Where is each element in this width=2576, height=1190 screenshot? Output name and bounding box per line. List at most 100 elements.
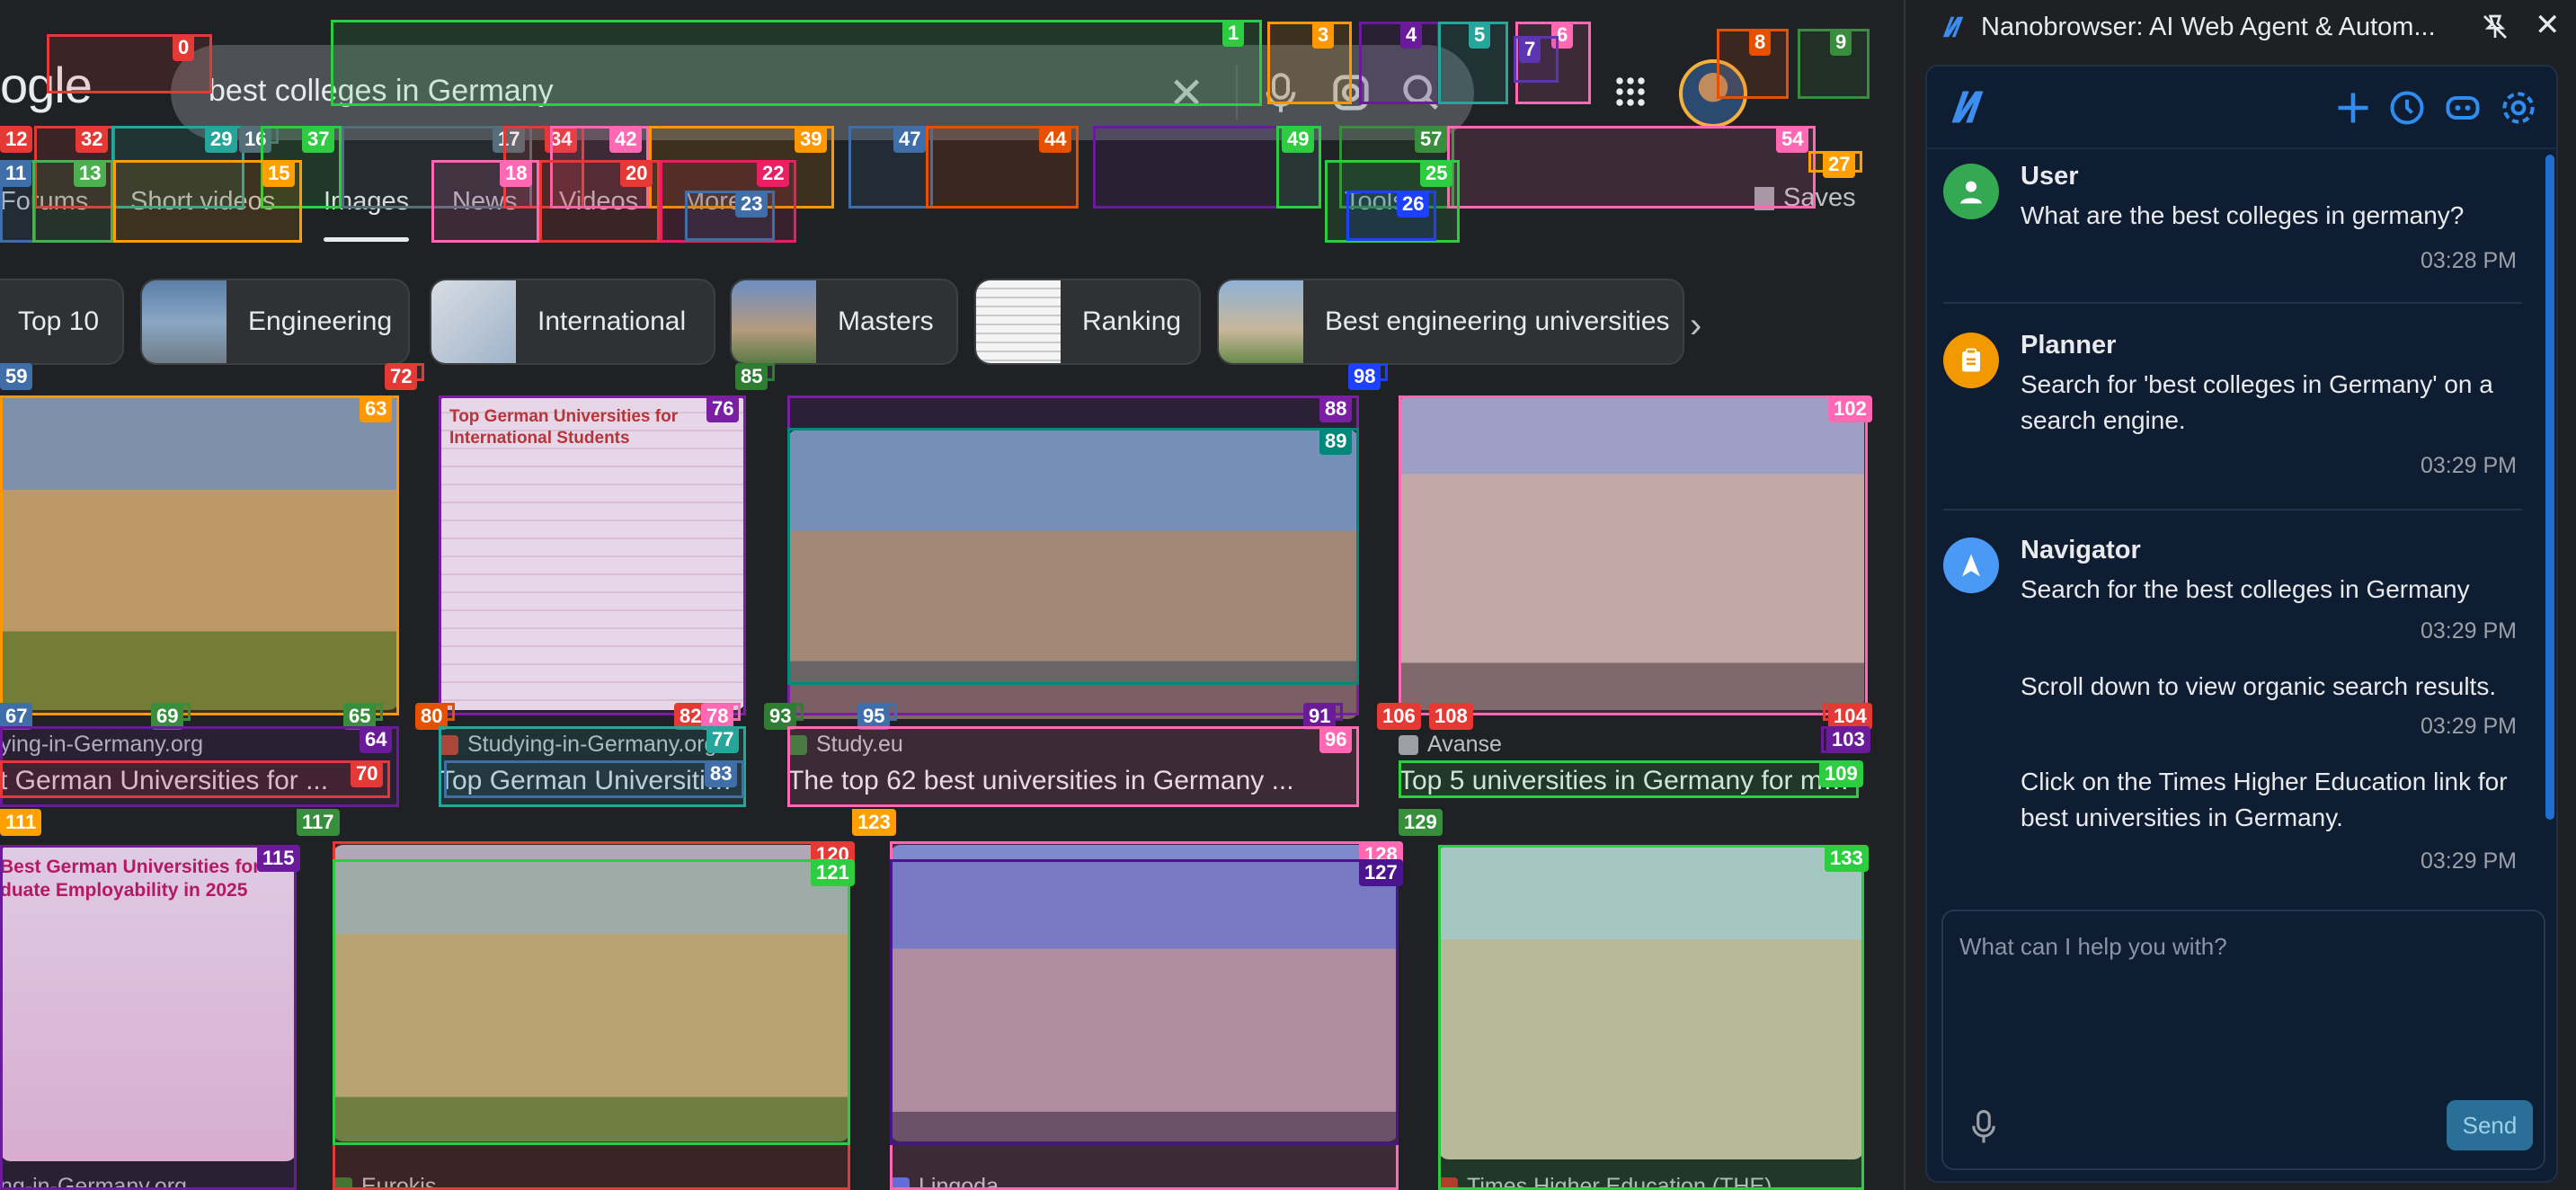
result-image[interactable] bbox=[890, 845, 1399, 1141]
highlight-index-label: 111 bbox=[0, 809, 42, 836]
tab-images[interactable]: Images bbox=[324, 187, 410, 242]
chip-thumbnail bbox=[142, 280, 227, 363]
result-title[interactable]: Top 5 universities in Germany for ma... bbox=[1399, 766, 1857, 796]
chip-ranking[interactable]: Ranking bbox=[974, 279, 1201, 365]
tab-news[interactable]: News bbox=[452, 187, 518, 217]
message-sender: User bbox=[2021, 162, 2079, 191]
result-image[interactable] bbox=[1438, 845, 1864, 1159]
message-time: 03:28 PM bbox=[2420, 248, 2517, 273]
image-result[interactable]: Eurokis bbox=[333, 845, 850, 1190]
send-button[interactable]: Send bbox=[2447, 1100, 2533, 1150]
image-result[interactable]: Lingoda bbox=[890, 845, 1399, 1190]
history-icon[interactable] bbox=[2387, 88, 2427, 128]
message-scrollbar[interactable] bbox=[2545, 155, 2554, 820]
result-source[interactable]: Times Higher Education (THE) bbox=[1438, 1174, 1772, 1190]
chip-label: International bbox=[537, 306, 687, 336]
result-image[interactable]: Top German Universities for Internationa… bbox=[439, 395, 746, 710]
highlight-index-label: 5 bbox=[1469, 22, 1491, 49]
favicon bbox=[787, 734, 807, 755]
image-result[interactable]: Study.eu The top 62 best universities in… bbox=[787, 395, 1359, 800]
google-lens-icon[interactable] bbox=[1330, 72, 1372, 113]
voice-input-icon[interactable] bbox=[1970, 1109, 1997, 1145]
result-source[interactable]: Lingoda bbox=[890, 1174, 999, 1190]
chat-input[interactable]: What can I help you with? bbox=[1959, 933, 2227, 961]
result-source[interactable]: Avanse bbox=[1399, 732, 1502, 758]
image-result[interactable]: ying-in-Germany.org t German Universitie… bbox=[0, 395, 399, 800]
close-panel-icon[interactable]: ✕ bbox=[2535, 7, 2561, 43]
settings-gear-icon[interactable] bbox=[2499, 88, 2538, 128]
result-image[interactable]: Best German Universities for duate Emplo… bbox=[0, 845, 297, 1161]
chip-international[interactable]: International bbox=[430, 279, 715, 365]
result-source[interactable]: ng-in-Germany.org bbox=[0, 1174, 187, 1190]
discord-icon[interactable] bbox=[2443, 88, 2483, 128]
image-result[interactable]: Times Higher Education (THE) bbox=[1438, 845, 1864, 1190]
highlight-index-label: 8 bbox=[1749, 29, 1772, 56]
highlight-index-label: 129 bbox=[1399, 809, 1443, 836]
search-icon[interactable] bbox=[1400, 72, 1442, 113]
highlight-box bbox=[0, 809, 36, 827]
chip-masters[interactable]: Masters bbox=[730, 279, 958, 365]
search-box[interactable]: best colleges in Germany ✕ bbox=[171, 45, 1474, 140]
saves-label: Saves bbox=[1783, 183, 1856, 212]
tab-tools[interactable]: Tools bbox=[1345, 187, 1406, 217]
result-source[interactable]: ying-in-Germany.org bbox=[0, 732, 203, 758]
highlight-box bbox=[1514, 36, 1559, 83]
favicon bbox=[1438, 1177, 1458, 1190]
nanobrowser-brand-icon[interactable] bbox=[1949, 88, 1986, 126]
highlight-index-label: 123 bbox=[852, 809, 896, 836]
image-result[interactable]: Avanse Top 5 universities in Germany for… bbox=[1399, 395, 1864, 800]
favicon bbox=[439, 734, 458, 755]
saves-link[interactable]: Saves bbox=[1754, 183, 1856, 213]
message-divider bbox=[1943, 302, 2522, 304]
highlight-index-label: 85 bbox=[735, 363, 768, 390]
highlight-index-label: 59 bbox=[0, 363, 33, 390]
result-image[interactable] bbox=[1399, 395, 1864, 710]
chip-label: Ranking bbox=[1082, 306, 1182, 336]
chip-top-10[interactable]: Top 10 bbox=[0, 279, 124, 365]
highlight-index-label: 54 bbox=[1776, 126, 1809, 153]
nanobrowser-logo-icon bbox=[1942, 16, 1964, 38]
result-title[interactable]: t German Universities for ... bbox=[0, 766, 395, 796]
google-logo[interactable]: ogle bbox=[0, 56, 93, 114]
result-source[interactable]: Study.eu bbox=[787, 732, 903, 758]
panel-titlebar: Nanobrowser: AI Web Agent & Autom... ✕ bbox=[1905, 0, 2576, 54]
chevron-right-icon[interactable]: › bbox=[1690, 306, 1701, 346]
chip-thumbnail bbox=[1219, 280, 1303, 363]
chip-thumbnail bbox=[976, 280, 1061, 363]
tab-short-videos[interactable]: Short videos bbox=[130, 187, 275, 217]
bookmark-icon bbox=[1754, 186, 1774, 210]
account-avatar[interactable] bbox=[1679, 59, 1747, 128]
chip-engineering[interactable]: Engineering bbox=[140, 279, 410, 365]
highlight-box bbox=[852, 809, 892, 827]
microphone-icon[interactable] bbox=[1263, 72, 1299, 115]
clear-search-icon[interactable]: ✕ bbox=[1168, 68, 1204, 119]
result-image[interactable] bbox=[333, 845, 850, 1141]
message-sender: Planner bbox=[2021, 331, 2117, 360]
message-text: Click on the Times Higher Education link… bbox=[2021, 768, 2508, 831]
result-image[interactable] bbox=[787, 430, 1359, 719]
new-chat-icon[interactable] bbox=[2333, 88, 2373, 128]
highlight-box bbox=[1363, 363, 1388, 381]
highlight-box bbox=[1798, 29, 1870, 99]
highlight-index-label: 18 bbox=[500, 160, 533, 187]
result-image[interactable] bbox=[0, 395, 399, 710]
chip-label: Top 10 bbox=[18, 306, 100, 336]
tab-videos[interactable]: Videos bbox=[559, 187, 638, 217]
tab-forums[interactable]: Forums bbox=[0, 187, 88, 217]
image-result[interactable]: Best German Universities for duate Emplo… bbox=[0, 845, 297, 1190]
related-chips: Top 10 Engineering International Masters… bbox=[0, 279, 1762, 365]
message-list: User What are the best colleges in germa… bbox=[1927, 151, 2556, 960]
message-text: Search for 'best colleges in Germany' on… bbox=[2021, 370, 2493, 434]
result-source[interactable]: Studying-in-Germany.org bbox=[439, 732, 716, 758]
result-title[interactable]: Top German Universitie... bbox=[439, 766, 735, 796]
search-input[interactable]: best colleges in Germany bbox=[209, 74, 554, 109]
highlight-index-label: 32 bbox=[76, 126, 109, 153]
tab-more[interactable]: More bbox=[683, 187, 742, 217]
unpin-icon[interactable] bbox=[2481, 13, 2509, 41]
chip-best-engineering-universities[interactable]: Best engineering universities bbox=[1217, 279, 1684, 365]
image-result[interactable]: Top German Universities for Internationa… bbox=[439, 395, 746, 800]
chat-composer[interactable]: What can I help you with? Send bbox=[1941, 910, 2545, 1170]
google-apps-icon[interactable] bbox=[1614, 75, 1647, 108]
result-title[interactable]: The top 62 best universities in Germany … bbox=[787, 766, 1345, 796]
result-source[interactable]: Eurokis bbox=[333, 1174, 436, 1190]
